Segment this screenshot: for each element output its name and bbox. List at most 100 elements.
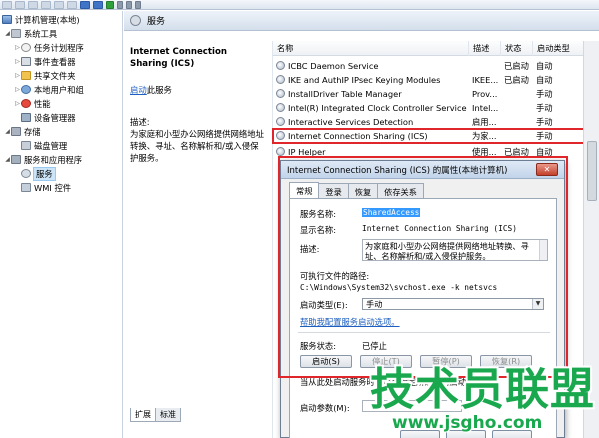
tree-item-performance[interactable]: ▷ 性能 [14, 97, 50, 110]
service-icon [276, 131, 285, 140]
tree-item-event-viewer[interactable]: ▷ 事件查看器 [14, 55, 76, 68]
table-row-ics-highlighted[interactable]: Internet Connection Sharing (ICS) 为家... … [272, 128, 585, 144]
startup-help-link[interactable]: 帮助我配置服务启动选项。 [300, 316, 400, 328]
column-description[interactable]: 描述 [469, 41, 501, 56]
collapse-arrow-icon[interactable]: ◢ [4, 156, 11, 163]
tree-item-services[interactable]: 服务 [21, 166, 56, 181]
gear-icon [130, 15, 141, 26]
export-icon[interactable] [54, 0, 64, 9]
apply-button[interactable] [492, 430, 532, 438]
column-status[interactable]: 状态 [501, 41, 533, 56]
up-icon[interactable] [28, 0, 38, 9]
clock-icon [21, 43, 31, 52]
table-row[interactable]: ICBC Daemon Service 已启动 自动 [273, 59, 584, 73]
forward-icon[interactable] [15, 0, 25, 9]
description-label: 描述: [130, 117, 150, 127]
tree-item-wmi-control[interactable]: WMI 控件 [21, 181, 71, 194]
start-service-link[interactable]: 启动 [130, 85, 147, 95]
tree-item-storage[interactable]: ◢ 存储 [4, 125, 40, 138]
description-scrollbar[interactable] [539, 240, 547, 260]
services-apps-icon [11, 155, 21, 164]
executable-path-label: 可执行文件的路径: [300, 271, 370, 281]
service-desc: Prov... [472, 89, 498, 99]
toolbar [0, 0, 599, 10]
description-text: 为家庭和小型办公网络提供网络地址转换、寻址、名称解析和/或入侵保护服务。 [130, 129, 264, 163]
show-tree-icon[interactable] [41, 0, 51, 9]
service-icon [276, 89, 285, 98]
tree-item-label: 磁盘管理 [34, 140, 68, 151]
cancel-button[interactable] [446, 430, 486, 438]
stop-service-icon[interactable] [117, 0, 123, 9]
tab-extended[interactable]: 扩展 [130, 408, 156, 422]
device-manager-icon [21, 113, 31, 122]
tree-item-label: 系统工具 [24, 28, 58, 39]
collapse-arrow-icon[interactable]: ◢ [4, 30, 11, 37]
tree-item-shared-folders[interactable]: ▷ 共享文件夹 [14, 69, 76, 82]
resume-button[interactable]: 恢复(R) [480, 355, 532, 368]
expand-arrow-icon[interactable]: ▷ [14, 72, 21, 79]
column-name[interactable]: 名称 [273, 41, 469, 56]
ok-button[interactable] [400, 430, 440, 438]
expand-arrow-icon[interactable]: ▷ [14, 58, 21, 65]
performance-icon [21, 99, 31, 108]
tree-item-disk-management[interactable]: 磁盘管理 [21, 139, 67, 152]
service-name-value[interactable]: SharedAccess [362, 208, 421, 217]
startup-type-select[interactable]: 手动 ▼ [362, 298, 544, 310]
restart-service-icon[interactable] [135, 0, 141, 9]
column-startup-type[interactable]: 启动类型 [533, 41, 584, 56]
start-service-icon[interactable] [106, 0, 114, 9]
tree-item-label: 服务和应用程序 [24, 154, 83, 165]
service-status [504, 101, 533, 115]
wmi-icon [21, 183, 31, 192]
tree-item-local-users[interactable]: ▷ 本地用户和组 [14, 83, 84, 96]
tree-item-label: 计算机管理(本地) [15, 14, 80, 25]
display-name-value[interactable]: Internet Connection Sharing (ICS) [362, 224, 517, 233]
table-row[interactable]: InstallDriver Table Manager Prov... 手动 [273, 87, 584, 101]
table-row[interactable]: Interactive Services Detection 启用... 手动 [273, 115, 584, 129]
service-status: 已启动 [504, 147, 529, 157]
vertical-scrollbar[interactable] [583, 41, 599, 438]
description-box[interactable]: 为家庭和小型办公网络提供网络地址转换、寻址、名称解析和/或入侵保护服务。 [362, 239, 548, 261]
dialog-title: Internet Connection Sharing (ICS) 的属性(本地… [281, 161, 564, 179]
close-icon[interactable]: ✕ [536, 163, 558, 176]
pause-button[interactable]: 暂停(P) [420, 355, 472, 368]
properties-icon[interactable] [93, 0, 103, 9]
help-icon[interactable] [80, 0, 90, 9]
service-icon [276, 103, 285, 112]
service-icon [276, 117, 285, 126]
pause-service-icon[interactable] [126, 0, 132, 9]
service-description-pane: Internet Connection Sharing (ICS) 启动此服务 … [124, 32, 271, 438]
chevron-down-icon[interactable]: ▼ [532, 299, 543, 309]
tab-standard[interactable]: 标准 [155, 408, 181, 422]
gear-icon [21, 169, 31, 178]
tree-item-task-scheduler[interactable]: ▷ 任务计划程序 [14, 41, 84, 54]
start-service-suffix: 此服务 [146, 85, 172, 95]
expand-arrow-icon[interactable]: ▷ [14, 86, 21, 93]
tree-item-label: 共享文件夹 [34, 70, 76, 81]
tree-item-computer-management[interactable]: 计算机管理(本地) [2, 13, 80, 26]
stop-button[interactable]: 停止(T) [360, 355, 412, 368]
display-name-label: 显示名称: [300, 225, 336, 235]
tree-item-system-tools[interactable]: ◢ 系统工具 [4, 27, 57, 40]
service-name: InstallDriver Table Manager [288, 89, 402, 99]
expand-arrow-icon[interactable]: ▷ [14, 100, 21, 107]
executable-path-value[interactable]: C:\Windows\System32\svchost.exe -k netsv… [300, 283, 497, 292]
start-params-input[interactable] [362, 400, 462, 412]
start-button[interactable]: 启动(S) [300, 355, 352, 368]
service-startup: 手动 [536, 131, 553, 141]
tree-item-label: 事件查看器 [34, 56, 76, 67]
service-status-label: 服务状态: [300, 341, 336, 351]
service-icon [276, 147, 285, 156]
scrollbar-thumb[interactable] [587, 141, 597, 201]
expand-arrow-icon[interactable]: ▷ [14, 44, 21, 51]
collapse-arrow-icon[interactable]: ◢ [4, 128, 11, 135]
table-row[interactable]: IKE and AuthIP IPsec Keying Modules IKEE… [273, 73, 584, 87]
tree-item-services-and-applications[interactable]: ◢ 服务和应用程序 [4, 153, 82, 166]
table-row[interactable]: IP Helper 使用... 已启动 自动 [273, 145, 584, 159]
back-icon[interactable] [2, 0, 12, 9]
table-row[interactable]: Intel(R) Integrated Clock Controller Ser… [273, 101, 584, 115]
refresh-icon[interactable] [67, 0, 77, 9]
folder-icon [21, 71, 31, 80]
service-startup: 自动 [536, 61, 553, 71]
tree-item-device-manager[interactable]: 设备管理器 [21, 111, 76, 124]
